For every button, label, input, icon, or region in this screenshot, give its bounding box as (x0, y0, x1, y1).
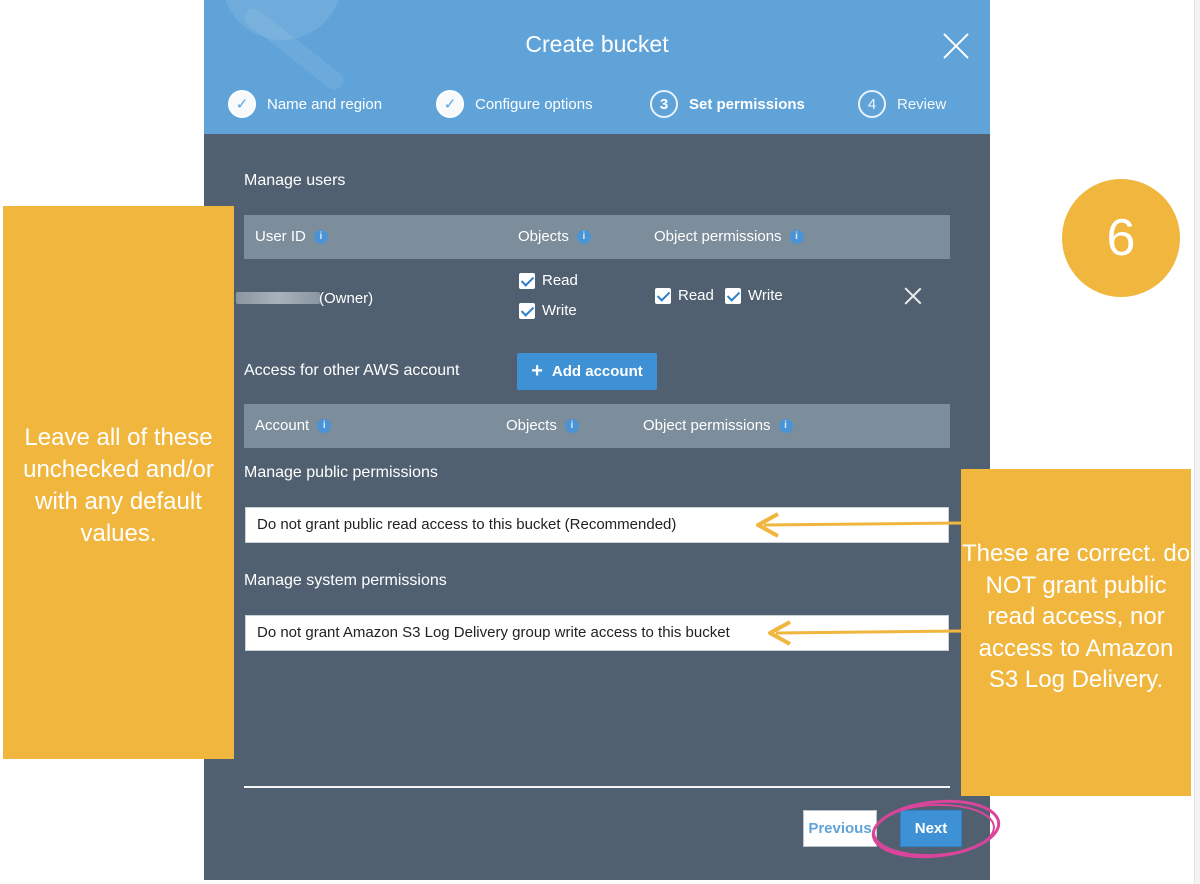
system-permissions-heading: Manage system permissions (244, 572, 447, 589)
other-account-heading: Access for other AWS account (244, 362, 460, 379)
column-object-permissions: Object permissions i (654, 228, 804, 245)
step-number: 4 (858, 90, 886, 118)
modal-title: Create bucket (525, 31, 669, 57)
public-permissions-select[interactable]: Do not grant public read access to this … (245, 507, 949, 543)
checkbox-label: Read (542, 272, 578, 289)
step-label: Configure options (475, 95, 593, 113)
column-label: Objects (518, 228, 569, 245)
redacted-user-id (236, 292, 320, 304)
objects-write-checkbox[interactable]: Write (519, 302, 577, 319)
left-annotation-callout: Leave all of these unchecked and/or with… (3, 206, 234, 759)
step-label: Review (897, 95, 947, 113)
system-permissions-select[interactable]: Do not grant Amazon S3 Log Delivery grou… (245, 615, 949, 651)
checkbox-label: Write (748, 287, 783, 304)
info-icon[interactable]: i (778, 418, 793, 433)
column-user-id: User ID i (255, 228, 328, 245)
checkbox-checked[interactable] (519, 272, 535, 289)
right-annotation-text: These are correct. do NOT grant public r… (961, 540, 1191, 693)
page-scrollbar[interactable] (1194, 0, 1200, 884)
column-label: Object permissions (643, 417, 771, 434)
step-set-permissions[interactable]: 3 Set permissions (650, 90, 805, 118)
permissions-write-checkbox[interactable]: Write (725, 287, 783, 304)
footer-divider (244, 786, 950, 788)
accounts-table-header: Account i Objects i Object permissions i (244, 404, 950, 448)
column-label: Object permissions (654, 228, 782, 245)
checkbox-label: Write (542, 302, 577, 319)
close-icon[interactable] (942, 32, 970, 60)
modal-header: Create bucket ✓ Name and region ✓ Config… (204, 0, 990, 134)
column-account: Account i (255, 417, 332, 434)
check-icon: ✓ (436, 90, 464, 118)
step-label: Set permissions (689, 95, 805, 113)
public-permissions-heading: Manage public permissions (244, 464, 438, 481)
info-icon[interactable]: i (313, 229, 328, 244)
next-button[interactable]: Next (900, 810, 962, 847)
column-label: Objects (506, 417, 557, 434)
objects-read-checkbox[interactable]: Read (519, 272, 578, 289)
left-annotation-text: Leave all of these unchecked and/or with… (23, 424, 214, 547)
column-label: Account (255, 417, 310, 434)
step-label: Name and region (267, 95, 383, 113)
add-account-button[interactable]: + Add account (517, 353, 657, 390)
checkbox-checked[interactable] (655, 287, 671, 304)
users-table-header: User ID i Objects i Object permissions i (244, 215, 950, 259)
step-number-badge: 6 (1062, 179, 1180, 297)
previous-button[interactable]: Previous (803, 810, 877, 847)
step-name-and-region[interactable]: ✓ Name and region (228, 90, 382, 118)
step-review[interactable]: 4 Review (858, 90, 946, 118)
checkbox-checked[interactable] (725, 287, 741, 304)
owner-label: (Owner) (319, 290, 374, 307)
step-number: 3 (650, 90, 678, 118)
plus-icon: + (531, 360, 543, 382)
info-icon[interactable]: i (317, 418, 332, 433)
info-icon[interactable]: i (789, 229, 804, 244)
right-annotation-callout: These are correct. do NOT grant public r… (961, 469, 1191, 796)
column-object-permissions: Object permissions i (643, 417, 793, 434)
checkbox-label: Read (678, 287, 714, 304)
column-objects: Objects i (506, 417, 579, 434)
add-account-label: Add account (551, 363, 643, 380)
column-label: User ID (255, 228, 306, 245)
info-icon[interactable]: i (576, 229, 591, 244)
step-configure-options[interactable]: ✓ Configure options (436, 90, 593, 118)
column-objects: Objects i (518, 228, 591, 245)
check-icon: ✓ (228, 90, 256, 118)
checkbox-checked[interactable] (519, 302, 535, 319)
permissions-read-checkbox[interactable]: Read (655, 287, 714, 304)
manage-users-heading: Manage users (244, 172, 346, 189)
remove-user-icon[interactable] (904, 287, 922, 305)
info-icon[interactable]: i (564, 418, 579, 433)
